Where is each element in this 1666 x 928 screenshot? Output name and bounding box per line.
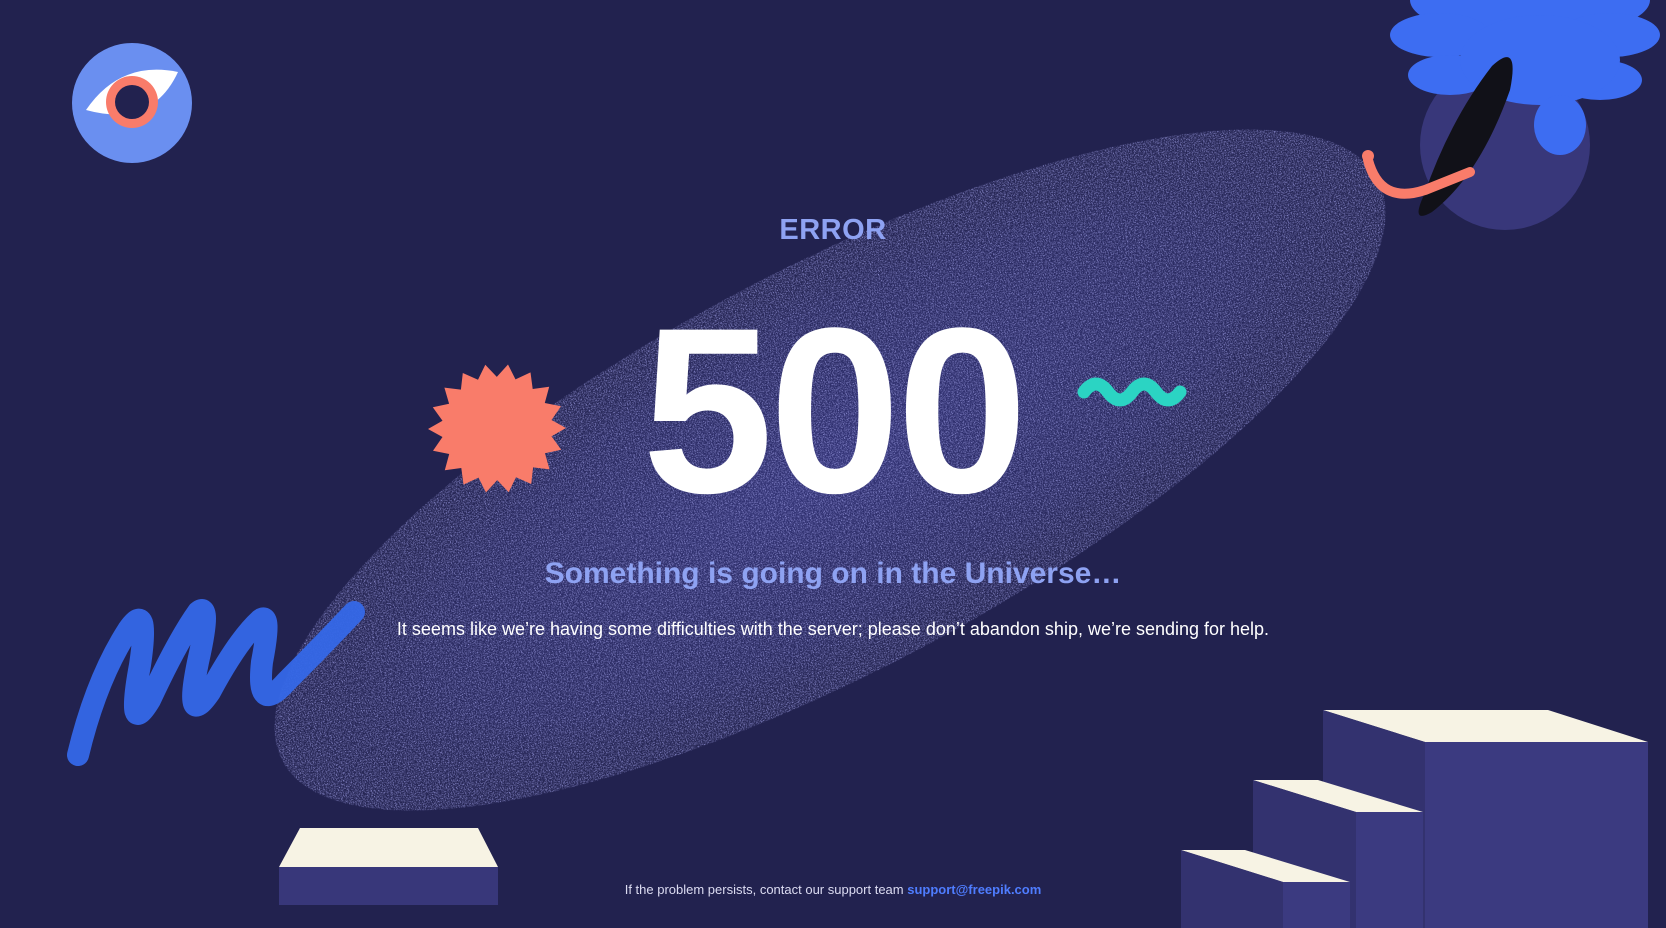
error-message: It seems like we’re having some difficul… xyxy=(396,619,1270,639)
error-content: ERROR 500 Something is going on in the U… xyxy=(0,0,1666,928)
error-code: 500 xyxy=(642,279,1028,543)
support-text: If the problem persists, contact our sup… xyxy=(624,882,904,897)
error-label: ERROR xyxy=(779,214,887,246)
error-headline: Something is going on in the Universe… xyxy=(544,557,1122,590)
support-footer: If the problem persists, contact our sup… xyxy=(0,882,1666,897)
support-email-link[interactable]: support@freepik.com xyxy=(907,882,1041,897)
